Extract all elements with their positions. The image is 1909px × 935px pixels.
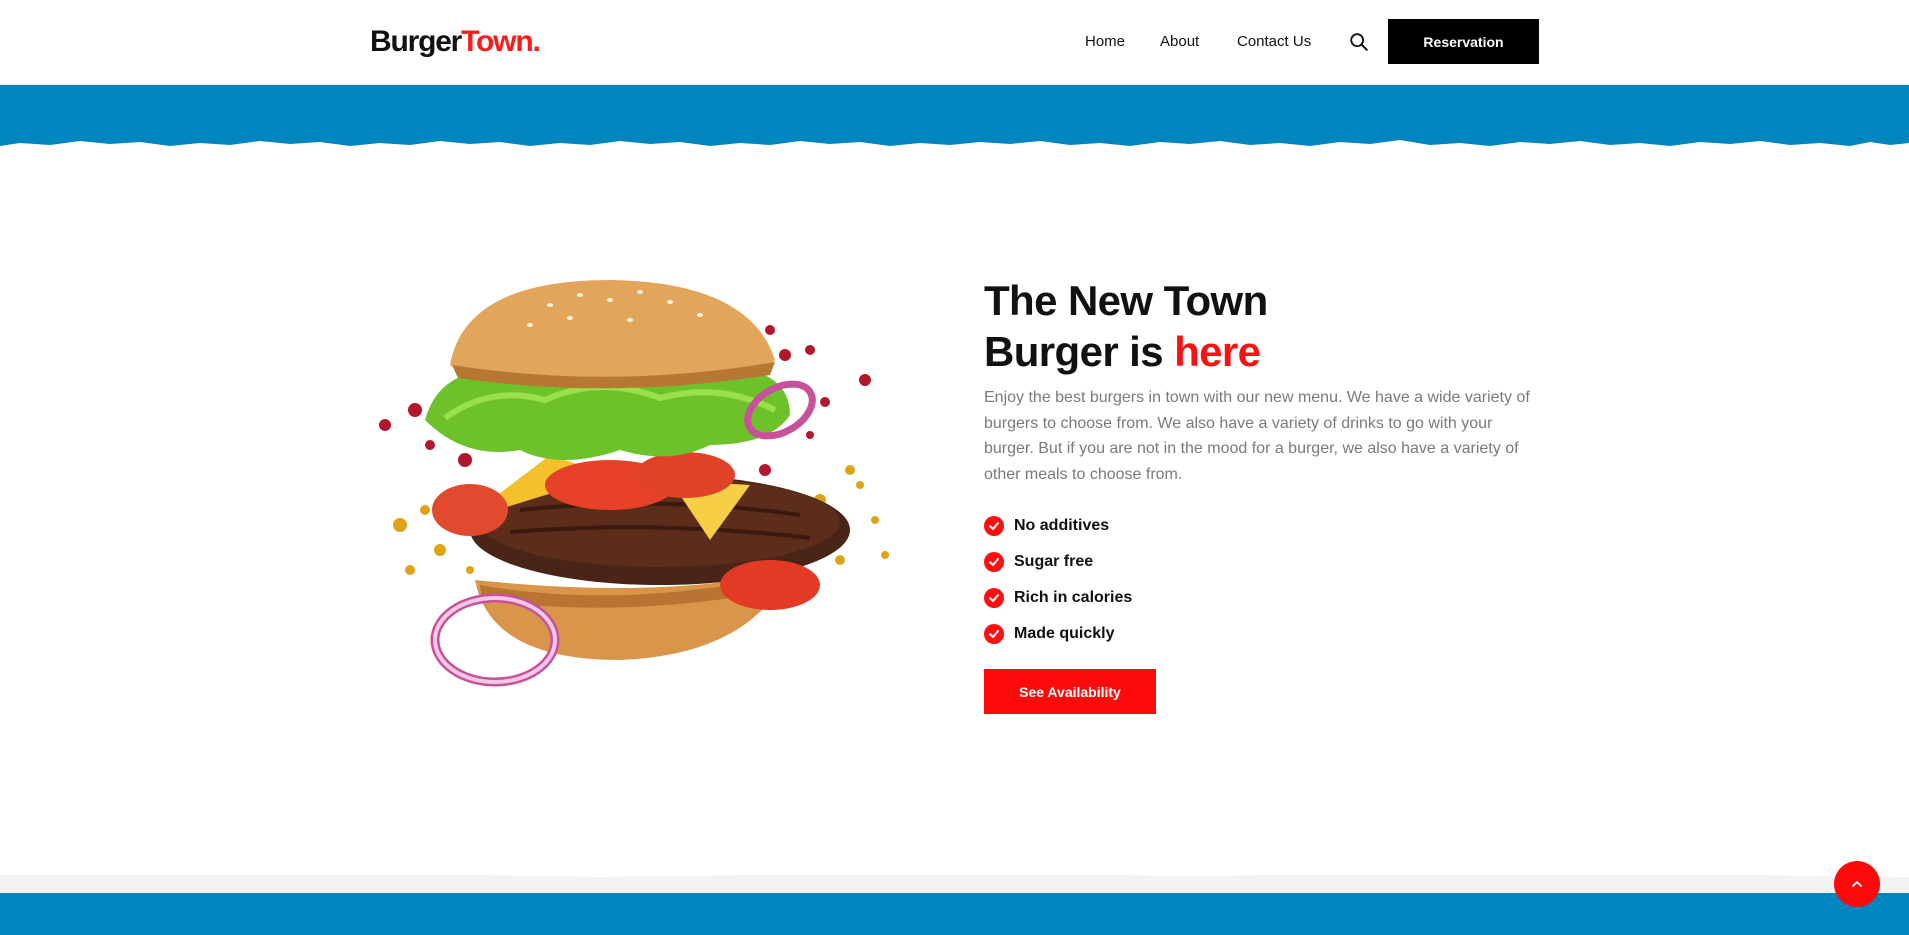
logo-text-burger: Burger [370,25,462,58]
hero-title: The New Town Burger is here [984,275,1268,377]
feature-label: Sugar free [1014,553,1094,570]
feature-list: No additives Sugar free Rich in calories… [984,508,1132,652]
nav-contact-us[interactable]: Contact Us [1237,30,1311,54]
top-blue-band [0,85,1909,146]
feature-item: Sugar free [984,544,1132,580]
feature-item: No additives [984,508,1132,544]
check-circle-icon [984,552,1004,572]
scroll-to-top-button[interactable] [1834,861,1880,907]
feature-label: Made quickly [1014,625,1115,642]
check-circle-icon [984,516,1004,536]
search-icon[interactable] [1348,31,1370,53]
hero-description: Enjoy the best burgers in town with our … [984,389,1530,483]
bottom-blue-band [0,875,1909,935]
feature-label: Rich in calories [1014,589,1133,606]
burger-image [379,280,889,687]
nav-home[interactable]: Home [1085,30,1125,54]
check-circle-icon [984,624,1004,644]
reservation-button[interactable]: Reservation [1388,19,1539,64]
logo[interactable]: BurgerTown. [370,24,541,60]
see-availability-button[interactable]: See Availability [984,669,1156,714]
feature-label: No additives [1014,517,1110,534]
feature-item: Rich in calories [984,580,1132,616]
site-header: BurgerTown. Home About Contact Us Reserv… [0,0,1909,85]
hero-title-highlight: here [1174,328,1261,375]
feature-item: Made quickly [984,616,1132,652]
hero-title-line2-start: Burger is [984,328,1175,375]
check-circle-icon [984,588,1004,608]
hero-title-line1: The New Town [984,277,1268,324]
chevron-up-icon [1852,881,1862,887]
nav-about[interactable]: About [1160,30,1199,54]
logo-text-town: Town. [461,25,541,58]
